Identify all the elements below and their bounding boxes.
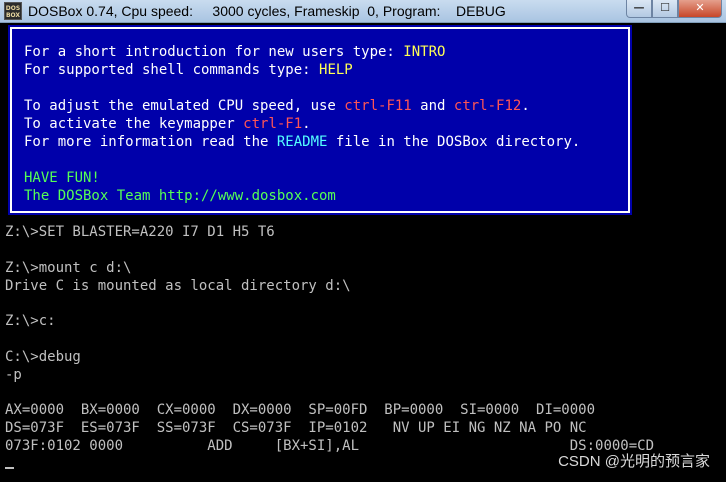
- maximize-button[interactable]: ☐: [652, 0, 678, 18]
- minimize-icon: —: [633, 1, 645, 14]
- readme-link: README: [276, 134, 328, 150]
- maximize-icon: ☐: [660, 1, 670, 14]
- banner-line-intro: For a short introduction for new users t…: [24, 44, 445, 60]
- banner-text: and: [411, 98, 454, 114]
- app-icon-text-bottom: BOX: [5, 12, 21, 19]
- register-line: AX=0000 BX=0000 CX=0000 DX=0000 SP=00FD …: [5, 402, 596, 418]
- dosbox-window: DOS BOX DOSBox 0.74, Cpu speed: 3000 cyc…: [0, 0, 726, 482]
- banner-text: To adjust the emulated CPU speed, use: [24, 98, 345, 114]
- banner-text: For supported shell commands type:: [24, 62, 320, 78]
- dosbox-app-icon[interactable]: DOS BOX: [4, 2, 22, 20]
- terminal-line: Drive C is mounted as local directory d:…: [5, 278, 351, 294]
- banner-text: For a short introduction for new users t…: [24, 44, 404, 60]
- window-title: DOSBox 0.74, Cpu speed: 3000 cycles, Fra…: [28, 3, 506, 19]
- intro-command: INTRO: [403, 44, 446, 60]
- close-icon: ✕: [695, 1, 705, 14]
- banner-text: file in the DOSBox directory.: [327, 134, 581, 150]
- app-icon-text-top: DOS: [5, 5, 21, 12]
- terminal-line: Z:\>SET BLASTER=A220 I7 D1 H5 T6: [5, 224, 275, 240]
- window-controls: — ☐ ✕: [626, 0, 722, 18]
- text-cursor: [5, 467, 14, 469]
- banner-line-keymapper: To activate the keymapper ctrl-F1.: [24, 116, 311, 132]
- segment-flags-line: DS=073F ES=073F SS=073F CS=073F IP=0102 …: [5, 420, 587, 436]
- close-button[interactable]: ✕: [678, 0, 722, 18]
- minimize-button[interactable]: —: [626, 0, 652, 18]
- banner-text: .: [521, 98, 530, 114]
- help-command: HELP: [319, 62, 353, 78]
- banner-text: .: [302, 116, 311, 132]
- banner-text: For more information read the: [24, 134, 277, 150]
- banner-text: To activate the keymapper: [24, 116, 244, 132]
- welcome-banner: For a short introduction for new users t…: [8, 25, 632, 215]
- banner-line-help: For supported shell commands type: HELP: [24, 62, 353, 78]
- ctrl-f1-key: ctrl-F1: [243, 116, 303, 132]
- terminal-line: -p: [5, 367, 22, 383]
- disassembly-line: 073F:0102 0000 ADD [BX+SI],AL DS:0000=CD: [5, 438, 655, 454]
- ctrl-f12-key: ctrl-F12: [453, 98, 522, 114]
- watermark: CSDN @光明的预言家: [558, 453, 710, 470]
- terminal-line: Z:\>mount c d:\: [5, 260, 132, 276]
- banner-line-readme: For more information read the README fil…: [24, 134, 580, 150]
- terminal-line: C:\>debug: [5, 349, 81, 365]
- ctrl-f11-key: ctrl-F11: [344, 98, 412, 114]
- terminal-line: Z:\>c:: [5, 313, 56, 329]
- banner-line-cpu: To adjust the emulated CPU speed, use ct…: [24, 98, 530, 114]
- title-bar[interactable]: DOS BOX DOSBox 0.74, Cpu speed: 3000 cyc…: [0, 0, 726, 23]
- banner-team-line: The DOSBox Team http://www.dosbox.com: [24, 188, 336, 204]
- banner-have-fun: HAVE FUN!: [24, 170, 100, 186]
